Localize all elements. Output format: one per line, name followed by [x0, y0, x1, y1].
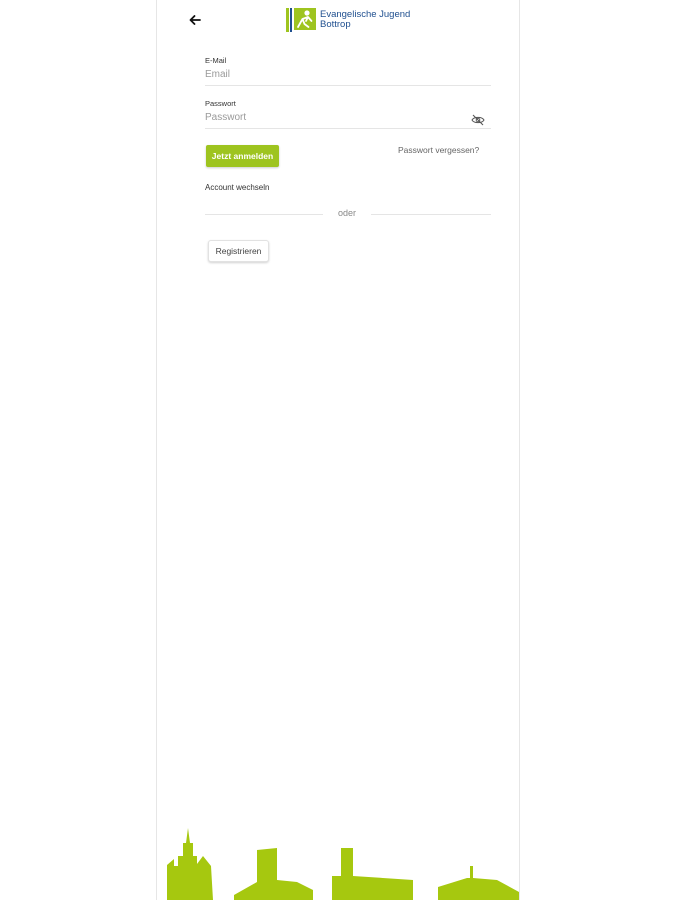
password-field-group: Passwort	[205, 99, 491, 129]
password-input[interactable]	[205, 108, 491, 129]
email-label: E-Mail	[205, 56, 227, 65]
forgot-password-link[interactable]: Passwort vergessen?	[398, 145, 479, 155]
eye-off-icon	[471, 114, 485, 126]
logo: Evangelische Jugend Bottrop	[285, 6, 410, 34]
email-field-group: E-Mail	[205, 56, 491, 86]
register-button[interactable]: Registrieren	[208, 240, 269, 262]
divider-line-left	[205, 214, 323, 215]
back-button[interactable]	[187, 12, 203, 28]
switch-account-link[interactable]: Account wechseln	[205, 183, 269, 192]
city-skyline-illustration	[167, 828, 519, 900]
toggle-password-visibility-button[interactable]	[471, 113, 485, 126]
app-screen: Evangelische Jugend Bottrop E-Mail Passw…	[156, 0, 520, 900]
login-button[interactable]: Jetzt anmelden	[206, 145, 279, 167]
password-label: Passwort	[205, 99, 236, 108]
logo-mark-icon	[285, 6, 317, 34]
divider-text: oder	[337, 208, 356, 218]
arrow-left-icon	[189, 15, 201, 25]
email-input[interactable]	[205, 65, 491, 86]
divider-line-right	[371, 214, 491, 215]
logo-title-line2: Bottrop	[320, 19, 351, 30]
